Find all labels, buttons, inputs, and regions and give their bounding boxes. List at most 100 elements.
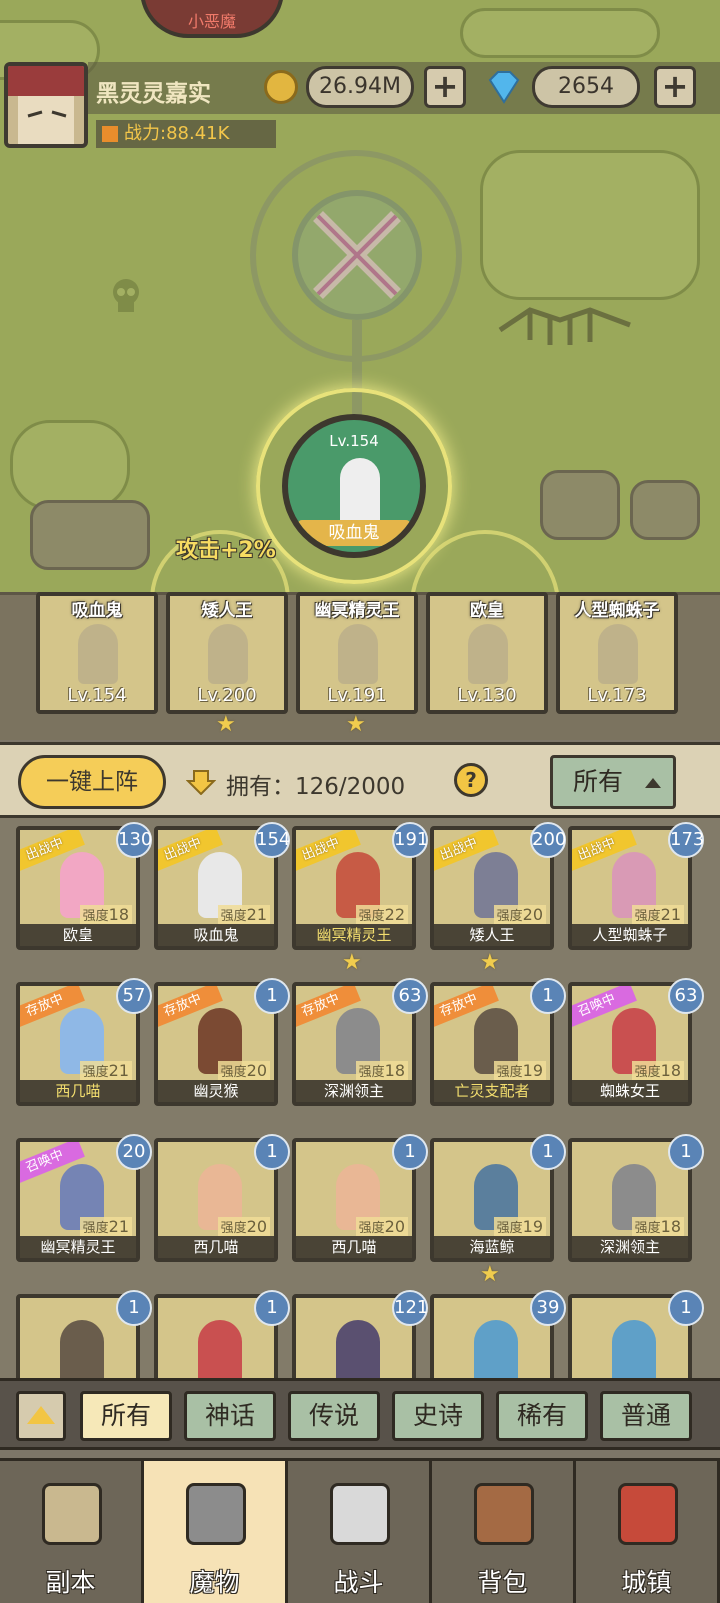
strength-label: 强度21 [631,905,684,924]
monster-sprite [468,624,508,684]
lineup-name: 吸血鬼 [71,601,123,621]
collapse-button[interactable] [16,1391,66,1441]
level-badge: 1 [254,1134,290,1170]
monster-grid: 出战中 强度18 欧皇 130 出战中 强度21 吸血鬼 154 出战中 强度22 幽冥精灵王 191… [0,818,720,1378]
attack-buff-label: 攻击+2% [176,538,276,563]
triangle-up-icon [27,1406,55,1424]
lineup-slot[interactable]: 人型蜘蛛子 Lv.173 [556,592,678,714]
nav-item[interactable]: 副本 [0,1461,144,1603]
strength-label: 强度19 [493,1217,546,1236]
monster-sprite [612,1320,656,1378]
lineup-slot[interactable]: 矮人王 Lv.200 [166,592,288,714]
monster-name: 欧皇 [20,924,136,946]
add-gem-button[interactable]: + [654,66,696,108]
monster-sprite [338,624,378,684]
strength-label: 强度21 [79,1217,132,1236]
boss-node[interactable] [292,190,422,320]
monster-sprite [198,1320,242,1378]
lineup-level: Lv.130 [457,685,517,706]
featured-name: 吸血鬼 [298,520,410,546]
rarity-tabs: 所有 神话 传说 史诗 稀有 普通 [0,1378,720,1450]
level-badge: 63 [668,978,704,1014]
gem-amount: 2654 [532,66,640,108]
filter-row: 一键上阵 拥有：126/2000 ? 所有 [0,742,720,818]
player-avatar[interactable] [4,62,88,148]
backpack-icon [474,1483,534,1545]
nav-item[interactable]: 背包 [432,1461,576,1603]
chevron-up-icon [645,778,661,788]
level-badge: 1 [668,1134,704,1170]
star-icon: ★ [342,950,362,975]
auto-deploy-button[interactable]: 一键上阵 [18,755,166,809]
monster-sprite [78,624,118,684]
strength-text: 强度 [496,1065,523,1080]
strength-label: 强度20 [355,1217,408,1236]
rarity-tab[interactable]: 传说 [288,1391,380,1441]
map-rock [30,500,150,570]
strength-value: 19 [522,1061,543,1080]
level-badge: 130 [116,822,152,858]
monster-name: 幽冥精灵王 [20,1236,136,1258]
strength-text: 强度 [358,1221,385,1236]
crossed-swords-icon [330,1483,390,1545]
rarity-tab[interactable]: 所有 [80,1391,172,1441]
strength-value: 20 [522,905,543,924]
strength-label: 强度22 [355,905,408,924]
rarity-tab[interactable]: 史诗 [392,1391,484,1441]
filter-dropdown-value: 所有 [573,767,624,796]
nav-item[interactable]: 魔物 [144,1461,288,1603]
bottom-nav: 副本 魔物 战斗 背包 城镇 [0,1458,720,1603]
strength-value: 18 [660,1061,681,1080]
nav-label: 背包 [477,1568,528,1597]
level-badge: 154 [254,822,290,858]
lineup-slot[interactable]: 吸血鬼 Lv.154 [36,592,158,714]
rarity-tab[interactable]: 普通 [600,1391,692,1441]
level-badge: 1 [116,1290,152,1326]
strength-value: 18 [384,1061,405,1080]
arrow-down-icon [186,770,216,795]
lineup-slot[interactable]: 欧皇 Lv.130 [426,592,548,714]
dragon-skeleton-icon [498,307,631,345]
crossed-swords-icon [313,211,401,299]
map-lake [480,150,700,300]
strength-value: 18 [108,905,129,924]
add-gold-button[interactable]: + [424,66,466,108]
rarity-tab[interactable]: 稀有 [496,1391,588,1441]
featured-level: Lv.154 [329,432,379,450]
monster-name: 幽灵猴 [158,1080,274,1102]
help-button[interactable]: ? [454,763,488,797]
nav-label: 城镇 [621,1568,672,1597]
strength-text: 强度 [220,1221,247,1236]
power-icon [102,126,118,142]
lineup-name: 矮人王 [201,601,253,621]
level-badge: 39 [530,1290,566,1326]
monster-name: 矮人王 [434,924,550,946]
lineup-level: Lv.191 [327,685,387,706]
level-badge: 1 [254,1290,290,1326]
player-name: 黑灵灵嘉实 [96,81,211,107]
featured-monster-node[interactable]: Lv.154 吸血鬼 [282,414,426,558]
nav-item[interactable]: 城镇 [576,1461,720,1603]
monster-name: 深渊领主 [572,1236,688,1258]
filter-dropdown[interactable]: 所有 [550,755,676,809]
lineup-level: Lv.200 [197,685,257,706]
lineup-slot[interactable]: 幽冥精灵王 Lv.191 [296,592,418,714]
rarity-tab[interactable]: 神话 [184,1391,276,1441]
monster-name: 人型蜘蛛子 [572,924,688,946]
lineup-name: 幽冥精灵王 [314,601,400,621]
gold-coin-icon [264,70,298,104]
strength-text: 强度 [634,1065,661,1080]
nav-item[interactable]: 战斗 [288,1461,432,1603]
strength-text: 强度 [496,909,523,924]
strength-text: 强度 [358,1065,385,1080]
strength-text: 强度 [82,1221,109,1236]
monster-name: 幽冥精灵王 [296,924,412,946]
level-badge: 1 [254,978,290,1014]
strength-text: 强度 [220,909,247,924]
lineup-name: 人型蜘蛛子 [574,601,660,621]
level-badge: 1 [530,1134,566,1170]
monster-name: 吸血鬼 [158,924,274,946]
nav-label: 副本 [45,1568,96,1597]
monster-sprite [208,624,248,684]
strength-label: 强度20 [217,1217,270,1236]
